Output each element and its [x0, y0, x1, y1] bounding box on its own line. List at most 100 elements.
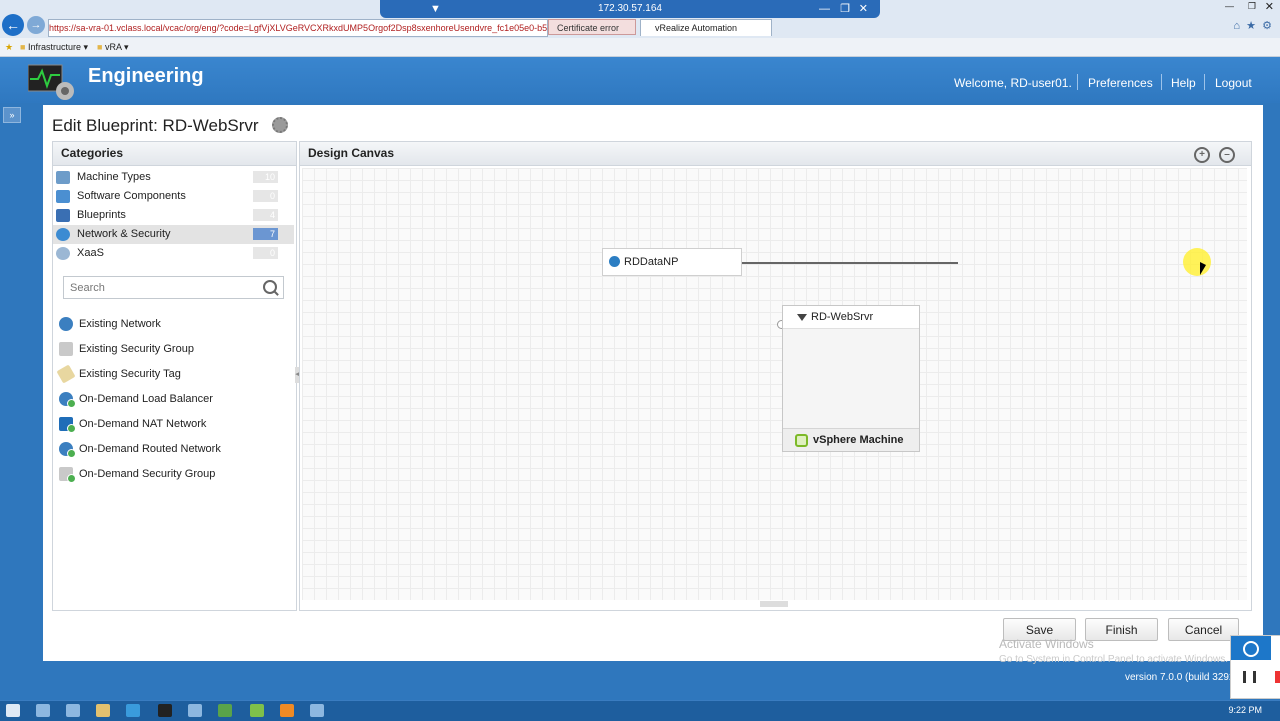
- canvas-resize-handle[interactable]: [760, 601, 788, 607]
- restore-button[interactable]: ❐: [1248, 1, 1256, 12]
- cursor-highlight: [1183, 248, 1211, 276]
- count-badge: 0: [253, 190, 278, 202]
- network-node[interactable]: RDDataNP: [602, 248, 742, 276]
- camera-icon[interactable]: [1231, 636, 1271, 660]
- console-icon[interactable]: [158, 704, 172, 717]
- remote-host: 172.30.57.164: [598, 3, 662, 14]
- app-header: Engineering Welcome, RD-user01. Preferen…: [0, 57, 1280, 103]
- category-network-security[interactable]: Network & Security 7: [53, 225, 294, 244]
- machine-node[interactable]: RD-WebSrvr vSphere Machine: [782, 305, 920, 452]
- bookmark-folder-vra[interactable]: ■ vRA ▾: [97, 38, 129, 56]
- machine-types-icon: [56, 171, 70, 184]
- component-existing-security-tag[interactable]: Existing Security Tag: [56, 364, 292, 384]
- explorer-icon[interactable]: [96, 704, 110, 717]
- taskbar: 9:22 PM: [0, 700, 1280, 721]
- bookmark-folder-infrastructure[interactable]: ■ Infrastructure ▾: [20, 38, 88, 56]
- component-on-demand-load-balancer[interactable]: On-Demand Load Balancer: [57, 389, 292, 409]
- favorites-bar: ★ ■ Infrastructure ▾ ■ vRA ▾: [0, 38, 1280, 57]
- component-on-demand-nat-network[interactable]: On-Demand NAT Network: [57, 414, 292, 434]
- network-globe-icon: [609, 256, 620, 267]
- count-badge: 10: [253, 171, 278, 183]
- back-button[interactable]: ←: [2, 14, 24, 36]
- blueprint-settings-gear-icon[interactable]: [272, 117, 288, 133]
- address-bar[interactable]: https://sa-vra-01.vclass.local/vcac/org/…: [48, 19, 548, 37]
- design-canvas-title: Design Canvas: [308, 146, 395, 160]
- add-badge-icon: [67, 449, 76, 458]
- component-on-demand-routed-network[interactable]: On-Demand Routed Network: [57, 439, 292, 459]
- category-blueprints[interactable]: Blueprints 4: [53, 206, 294, 225]
- help-link[interactable]: Help: [1171, 76, 1196, 90]
- activation-watermark-text: Go to System in Control Panel to activat…: [999, 654, 1228, 665]
- settings-gear-icon[interactable]: ⚙: [1262, 19, 1272, 32]
- network-tool-icon[interactable]: [188, 704, 202, 717]
- canvas-grid[interactable]: [302, 168, 1247, 600]
- add-badge-icon: [67, 399, 76, 408]
- search-icon[interactable]: [263, 280, 277, 294]
- pin-icon[interactable]: ▼: [430, 0, 441, 18]
- folder-icon: ■: [20, 42, 26, 52]
- home-icon[interactable]: ⌂: [1233, 20, 1240, 32]
- vsphere-client-icon[interactable]: [218, 704, 232, 717]
- search-box: [63, 276, 284, 299]
- machine-node-type: vSphere Machine: [813, 434, 904, 446]
- machine-node-header[interactable]: RD-WebSrvr: [783, 306, 919, 329]
- close-button[interactable]: ✕: [1265, 0, 1274, 13]
- browser-tab[interactable]: vRealize Automation: [640, 19, 772, 36]
- vsphere-machine-icon: [795, 434, 808, 447]
- cancel-button[interactable]: Cancel: [1168, 618, 1239, 641]
- rdp-close-icon[interactable]: ✕: [859, 0, 868, 18]
- pause-icon[interactable]: [1243, 671, 1256, 683]
- remote-desktop-icon[interactable]: [310, 704, 324, 717]
- category-software-components[interactable]: Software Components 0: [53, 187, 294, 206]
- zoom-in-icon[interactable]: +: [1194, 147, 1210, 163]
- security-group-icon: [59, 342, 73, 356]
- logout-link[interactable]: Logout: [1215, 76, 1252, 90]
- mouse-cursor-icon: [1200, 262, 1206, 275]
- blueprints-icon: [56, 209, 70, 222]
- preferences-link[interactable]: Preferences: [1088, 76, 1153, 90]
- tag-icon: [56, 364, 76, 384]
- rdp-minimize-icon[interactable]: —: [819, 0, 830, 18]
- network-globe-icon: [59, 317, 73, 331]
- category-machine-types[interactable]: Machine Types 10: [53, 168, 294, 187]
- chrome-icon[interactable]: [280, 704, 294, 717]
- category-xaas[interactable]: XaaS 0: [53, 244, 294, 263]
- expand-sidebar-icon[interactable]: »: [3, 107, 21, 123]
- app-icon[interactable]: [250, 704, 264, 717]
- app-logo: [27, 61, 76, 100]
- stop-icon[interactable]: [1275, 671, 1280, 683]
- component-existing-security-group[interactable]: Existing Security Group: [57, 339, 292, 359]
- minimize-button[interactable]: —: [1225, 1, 1234, 11]
- categories-panel: Categories Machine Types 10 Software Com…: [52, 141, 297, 611]
- categories-header: Categories: [53, 142, 296, 166]
- favorites-star-icon[interactable]: ★: [1246, 19, 1256, 32]
- certificate-error-badge[interactable]: Certificate error: [548, 19, 636, 35]
- remote-session-bar: 172.30.57.164 ▼ — ❐ ✕: [380, 0, 880, 18]
- component-existing-network[interactable]: Existing Network: [57, 314, 292, 334]
- finish-button[interactable]: Finish: [1085, 618, 1158, 641]
- add-badge-icon: [67, 474, 76, 483]
- zoom-out-icon[interactable]: –: [1219, 147, 1235, 163]
- welcome-text: Welcome, RD-user01.: [954, 76, 1072, 90]
- collapse-triangle-icon[interactable]: [797, 314, 807, 321]
- network-security-icon: [56, 228, 70, 241]
- start-icon[interactable]: [6, 704, 20, 717]
- browser-icon[interactable]: [126, 704, 140, 717]
- rdp-restore-icon[interactable]: ❐: [840, 0, 850, 18]
- recorder-widget: [1230, 635, 1280, 699]
- terminal-icon[interactable]: [66, 704, 80, 717]
- software-components-icon: [56, 190, 70, 203]
- network-node-label: RDDataNP: [624, 256, 679, 268]
- version-label: version 7.0.0 (build 3292: [1125, 672, 1235, 683]
- favorites-star-icon: ★: [5, 42, 14, 52]
- add-badge-icon: [67, 424, 76, 433]
- server-manager-icon[interactable]: [36, 704, 50, 717]
- design-canvas-panel: Design Canvas + – RDDataNP RD-WebSrvr vS…: [299, 141, 1252, 611]
- count-badge: 4: [253, 209, 278, 221]
- component-on-demand-security-group[interactable]: On-Demand Security Group: [57, 464, 292, 484]
- xaas-icon: [56, 247, 70, 260]
- count-badge: 0: [253, 247, 278, 259]
- search-input[interactable]: [64, 277, 262, 298]
- forward-button[interactable]: →: [27, 16, 45, 34]
- activation-watermark-title: Activate Windows: [999, 637, 1094, 651]
